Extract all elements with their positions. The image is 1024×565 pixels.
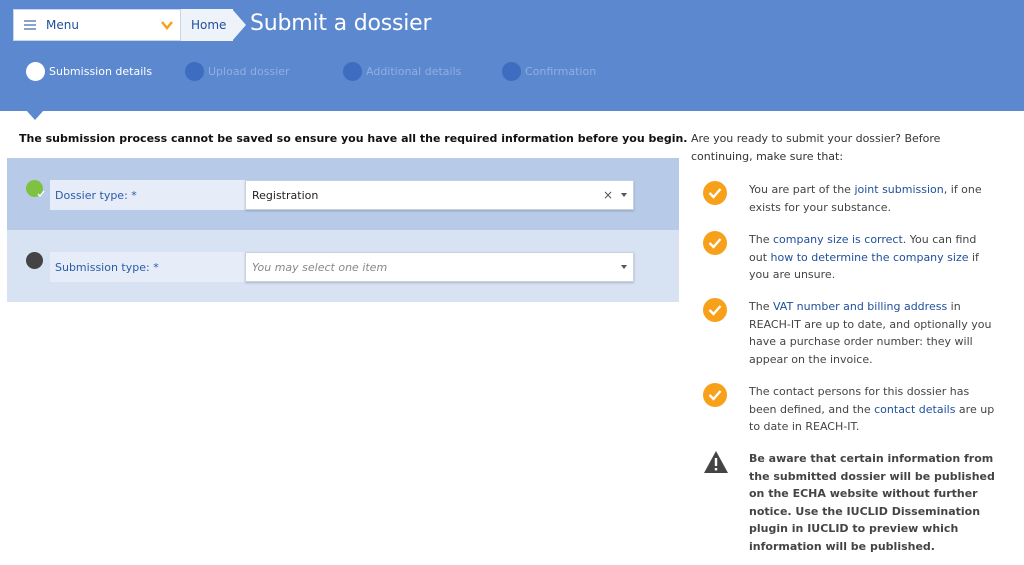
dossier-type-label: Dossier type: * [50, 180, 245, 210]
warning-icon [704, 451, 728, 473]
step-indicator [343, 61, 362, 81]
submission-type-select[interactable]: You may select one item [245, 252, 634, 282]
submission-type-panel: Submission type: * You may select one it… [7, 230, 679, 302]
active-step-pointer [26, 110, 44, 120]
menu-button[interactable]: Menu [13, 9, 181, 41]
orange-check-icon [703, 181, 727, 205]
step-label: Confirmation [525, 64, 597, 78]
contact-details-link[interactable]: contact details [874, 403, 955, 416]
submission-type-label: Submission type: * [50, 252, 245, 282]
breadcrumb-home[interactable]: Home [181, 9, 233, 41]
orange-check-icon [703, 298, 727, 322]
step-indicator [185, 61, 204, 81]
chevron-down-icon [161, 21, 173, 30]
step-additional-details[interactable]: Additional details [343, 58, 461, 84]
orange-check-icon [703, 231, 727, 255]
intro-text: The submission process cannot be saved s… [19, 132, 688, 145]
breadcrumb-arrow [232, 9, 246, 41]
company-size-link[interactable]: company size is correct [773, 233, 903, 246]
pending-status-icon [26, 252, 43, 269]
warning-text: Be aware that certain information from t… [749, 452, 995, 553]
dossier-type-value: Registration [252, 188, 319, 202]
joint-submission-link[interactable]: joint submission [854, 183, 943, 196]
page-title: Submit a dossier [250, 11, 432, 36]
step-indicator [26, 61, 45, 81]
step-label: Additional details [366, 64, 462, 78]
dossier-type-select[interactable]: Registration × [245, 180, 634, 210]
clear-icon[interactable]: × [603, 188, 613, 202]
determine-company-size-link[interactable]: how to determine the company size [771, 251, 969, 264]
step-indicator [502, 61, 521, 81]
step-label: Submission details [49, 64, 153, 78]
step-label: Upload dossier [208, 64, 290, 78]
progress-steps: Submission details Upload dossier Additi… [0, 58, 700, 86]
check-icon [37, 190, 45, 197]
dropdown-caret-icon[interactable] [621, 193, 627, 197]
dossier-type-panel: Dossier type: * Registration × [7, 158, 679, 230]
checklist-intro: Are you ready to submit your dossier? Be… [691, 132, 941, 163]
orange-check-icon [703, 383, 727, 407]
menu-label: Menu [46, 18, 79, 32]
vat-billing-link[interactable]: VAT number and billing address [773, 300, 947, 313]
step-upload-dossier[interactable]: Upload dossier [185, 58, 290, 84]
submission-type-placeholder: You may select one item [252, 260, 388, 274]
step-submission-details[interactable]: Submission details [26, 58, 152, 84]
page-header: Menu Home Submit a dossier Submission de… [0, 0, 1024, 111]
dropdown-caret-icon[interactable] [621, 265, 627, 269]
step-confirmation[interactable]: Confirmation [502, 58, 596, 84]
hamburger-icon [24, 20, 36, 30]
